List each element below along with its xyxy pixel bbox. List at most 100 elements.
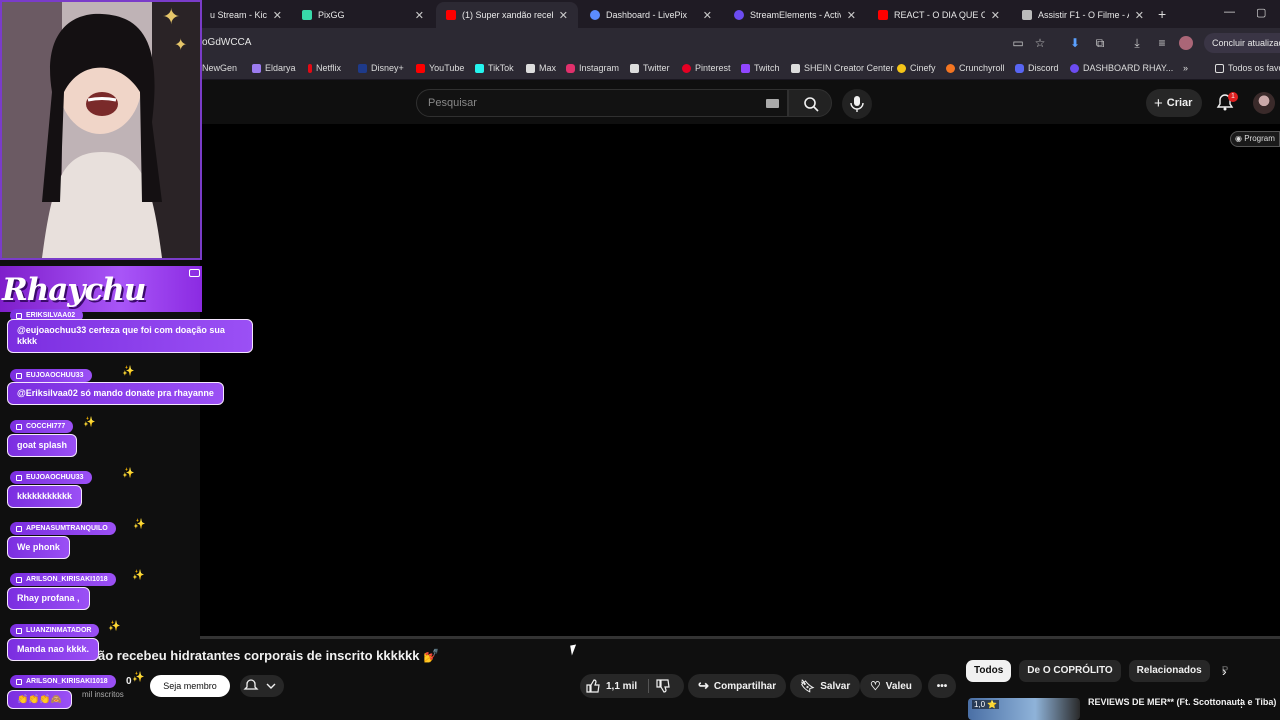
chip-more[interactable]: P [1218,660,1238,682]
bookmark-instagram[interactable]: Instagram [566,63,619,73]
username-text: COCCHI777 [26,423,66,430]
bookmark-max[interactable]: Max [526,63,556,73]
tab-streamelements[interactable]: StreamElements - Activity ✕ [724,2,866,28]
bookmark-crunchyroll[interactable]: Crunchyroll [946,63,1005,73]
install-app-icon[interactable]: ▭ [1011,36,1025,50]
bookmark-youtube[interactable]: YouTube [416,63,464,73]
bookmark-icon: 🔖︎ [800,679,816,693]
bookmark-cinefy[interactable]: Cinefy [897,63,936,73]
search-placeholder: Pesquisar [428,97,477,109]
tab-label: u Stream - Kick D [210,10,267,20]
bookmark-label: Max [539,63,557,73]
webcam-overlay: ✦ ✦ [0,0,202,260]
x-twitter-icon [630,63,639,73]
extensions-icon[interactable]: ⧉ [1093,36,1107,50]
sparkle-icon: ✨ [83,417,96,428]
tab-f1[interactable]: Assistir F1 - O Filme - App ✕ [1012,2,1154,28]
close-icon[interactable]: ✕ [415,9,424,22]
tab-label: PixGG [318,10,345,20]
sparkle-icon: ✨ [133,519,146,530]
bookmark-dashboard[interactable]: DASHBOARD RHAY... [1070,63,1173,73]
join-membership-button[interactable]: Seja membro [150,675,230,697]
bookmark-label: SHEIN Creator Center [804,63,894,73]
share-button[interactable]: ↪ Compartilhar [688,674,787,698]
media-controls-icon[interactable]: ≡ [1155,36,1169,50]
bookmark-label: NewGen [202,63,238,73]
close-icon[interactable]: ✕ [991,9,1000,22]
maximize-icon[interactable]: ▢ [1256,6,1266,19]
tab-label: Dashboard - LivePix [606,10,688,20]
minimize-icon[interactable]: — [1224,6,1235,18]
badge-icon [16,678,22,685]
create-button[interactable]: + Criar [1146,89,1203,117]
badge-icon [16,627,22,634]
close-icon[interactable]: ✕ [559,9,568,22]
bookmark-shein[interactable]: SHEIN Creator Center [791,63,894,73]
bookmark-pinterest[interactable]: Pinterest [682,63,731,73]
chat-icon [189,269,200,277]
all-favorites[interactable]: Todos os favo [1215,63,1280,73]
account-avatar[interactable] [1253,92,1275,114]
tab-react[interactable]: REACT - O DIA QUE O CA ✕ [868,2,1010,28]
close-icon[interactable]: ✕ [1135,9,1144,22]
programs-chip[interactable]: ◉ Program [1230,131,1280,147]
bookmark-tiktok[interactable]: TikTok [475,63,514,73]
recommended-thumbnail[interactable]: 1,0 ⭐ [968,698,1080,720]
more-vertical-icon[interactable]: ⋮ [1236,697,1247,710]
tab-livepix[interactable]: Dashboard - LivePix ✕ [580,2,722,28]
chevron-right-icon[interactable]: › [1222,663,1227,679]
bookmark-label: DASHBOARD RHAY... [1083,63,1174,73]
bookmark-label: Disney+ [371,63,404,73]
close-icon[interactable]: ✕ [273,9,282,22]
twitch-icon [741,63,750,73]
download-extension-icon[interactable]: ⬇ [1068,36,1082,50]
close-icon[interactable]: ✕ [847,9,856,22]
chip-todos[interactable]: Todos [966,660,1012,682]
tab-youtube-active[interactable]: (1) Super xandão recebeu ✕ [436,2,578,28]
bookmark-eldarya[interactable]: Eldarya [252,63,296,73]
chip-channel[interactable]: De O COPRÓLITO [1019,660,1121,682]
bookmarks-overflow-chevron-icon[interactable]: » [1183,63,1188,73]
tab-pixgg[interactable]: PixGG ✕ [292,2,434,28]
related-chips: Todos De O COPRÓLITO Relacionados P [966,660,1238,682]
more-actions-button[interactable]: ••• [928,674,956,698]
url-text[interactable]: oGdWCCA [202,37,251,48]
thanks-button[interactable]: ♡ Valeu [860,674,922,698]
keyboard-icon[interactable] [766,99,779,108]
save-button[interactable]: 🔖︎ Salvar [790,674,861,698]
like-count: 1,1 mil [606,680,638,692]
save-label: Salvar [820,680,851,692]
voice-search-button[interactable] [842,89,872,119]
update-button[interactable]: Concluir atualização [1204,33,1280,53]
bookmark-newgen[interactable]: NewGen [202,63,237,73]
tab-kick[interactable]: u Stream - Kick D ✕ [200,2,292,28]
dislike-button[interactable] [656,679,670,698]
bookmark-netflix[interactable]: Netflix [308,63,341,73]
eldarya-icon [252,63,261,73]
bookmark-label: Eldarya [265,63,296,73]
profile-avatar-icon[interactable] [1179,36,1193,50]
bookmark-twitter[interactable]: Twitter [630,63,670,73]
search-button[interactable] [788,89,832,117]
more-horizontal-icon: ••• [936,680,948,692]
appletv-icon [1022,10,1032,20]
bookmark-label: Todos os favo [1228,63,1280,73]
close-icon[interactable]: ✕ [703,9,712,22]
bookmark-twitch[interactable]: Twitch [741,63,780,73]
disney-icon [358,63,367,73]
new-tab-plus-icon[interactable]: + [1158,6,1166,22]
downloads-icon[interactable]: ⤓ [1130,36,1144,50]
like-button[interactable]: 1,1 mil [586,674,637,698]
pixgg-icon [302,10,312,20]
tab-label: REACT - O DIA QUE O CA [894,10,985,20]
subscribe-notification-button[interactable] [240,675,284,697]
video-player[interactable] [200,124,1280,636]
search-input[interactable]: Pesquisar [416,89,788,117]
bookmark-discord[interactable]: Discord [1015,63,1059,73]
chip-related[interactable]: Relacionados [1128,660,1210,682]
bookmark-disney[interactable]: Disney+ [358,63,404,73]
shein-icon [791,63,800,73]
recommended-title[interactable]: REVIEWS DE MER** (Ft. Scottonauta e Tiba… [1088,697,1276,708]
video-progress-bar[interactable] [200,636,1280,639]
bookmark-star-icon[interactable]: ☆ [1033,36,1047,50]
